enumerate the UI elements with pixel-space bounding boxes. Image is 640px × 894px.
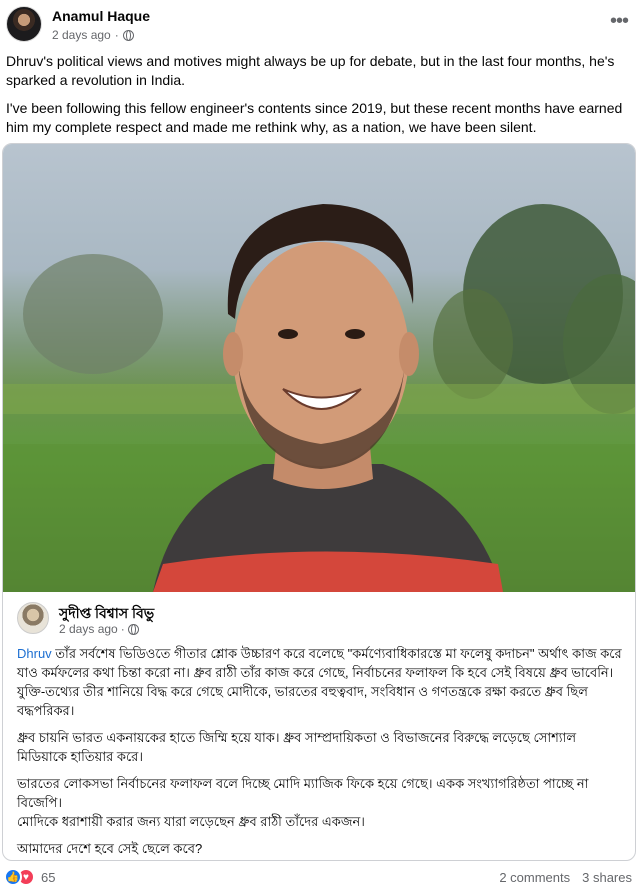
shared-author-avatar[interactable] xyxy=(17,602,49,634)
shared-post-text: Dhruv তাঁর সর্বশেষ ভিডিওতে গীতার শ্লোক উ… xyxy=(17,644,627,860)
globe-icon[interactable] xyxy=(127,623,139,635)
portrait-illustration xyxy=(3,204,635,592)
reactions-summary[interactable]: 👍 ♥ 65 xyxy=(4,868,55,886)
reaction-count: 65 xyxy=(41,869,56,885)
shared-paragraph-line: মোদিকে ধরাশায়ী করার জন্য যারা লড়েছেন ধ… xyxy=(17,814,365,829)
meta-separator: · xyxy=(120,622,125,636)
post-header: Anamul Haque 2 days ago · ••• xyxy=(6,4,634,46)
shared-post-header: সুদীপ্ত বিশ্বাস বিভু 2 days ago · xyxy=(17,600,617,640)
shared-post-card[interactable]: সুদীপ্ত বিশ্বাস বিভু 2 days ago · Dhruv … xyxy=(2,143,636,861)
mention-link[interactable]: Dhruv xyxy=(17,646,52,661)
post-text: Dhruv's political views and motives migh… xyxy=(6,52,632,146)
comments-count[interactable]: 2 comments xyxy=(499,870,570,885)
shared-paragraph: আমাদের দেশে হবে সেই ছেলে কবে? xyxy=(17,841,203,856)
shared-paragraph: ভারতের লোকসভা নির্বাচনের ফলাফল বলে দিচ্ছ… xyxy=(17,774,627,831)
shared-post-time[interactable]: 2 days ago xyxy=(59,622,118,636)
more-icon[interactable]: ••• xyxy=(610,11,629,31)
shared-paragraph-line: ভারতের লোকসভা নির্বাচনের ফলাফল বলে দিচ্ছ… xyxy=(17,776,589,810)
post-time[interactable]: 2 days ago xyxy=(52,28,111,42)
shared-paragraph: ধ্রুব চায়নি ভারত একনায়কের হাতে জিম্মি … xyxy=(17,730,577,764)
shared-post-meta: 2 days ago · xyxy=(59,622,139,636)
post-paragraph: I've been following this fellow engineer… xyxy=(6,100,623,135)
post-footer: 👍 ♥ 65 2 comments 3 shares xyxy=(4,866,634,890)
like-icon: 👍 xyxy=(4,868,22,886)
shares-count[interactable]: 3 shares xyxy=(582,870,632,885)
post-meta: 2 days ago · xyxy=(52,28,134,42)
shared-paragraph: Dhruv তাঁর সর্বশেষ ভিডিওতে গীতার শ্লোক উ… xyxy=(17,644,627,720)
author-avatar[interactable] xyxy=(6,6,42,42)
engagement-counts: 2 comments 3 shares xyxy=(499,870,632,885)
shared-paragraph-text: তাঁর সর্বশেষ ভিডিওতে গীতার শ্লোক উচ্চারণ… xyxy=(17,646,622,718)
post-paragraph: Dhruv's political views and motives migh… xyxy=(6,53,615,88)
post-photo[interactable] xyxy=(3,144,635,592)
globe-icon[interactable] xyxy=(122,29,134,41)
meta-separator: · xyxy=(114,28,119,42)
author-name[interactable]: Anamul Haque xyxy=(52,8,150,24)
